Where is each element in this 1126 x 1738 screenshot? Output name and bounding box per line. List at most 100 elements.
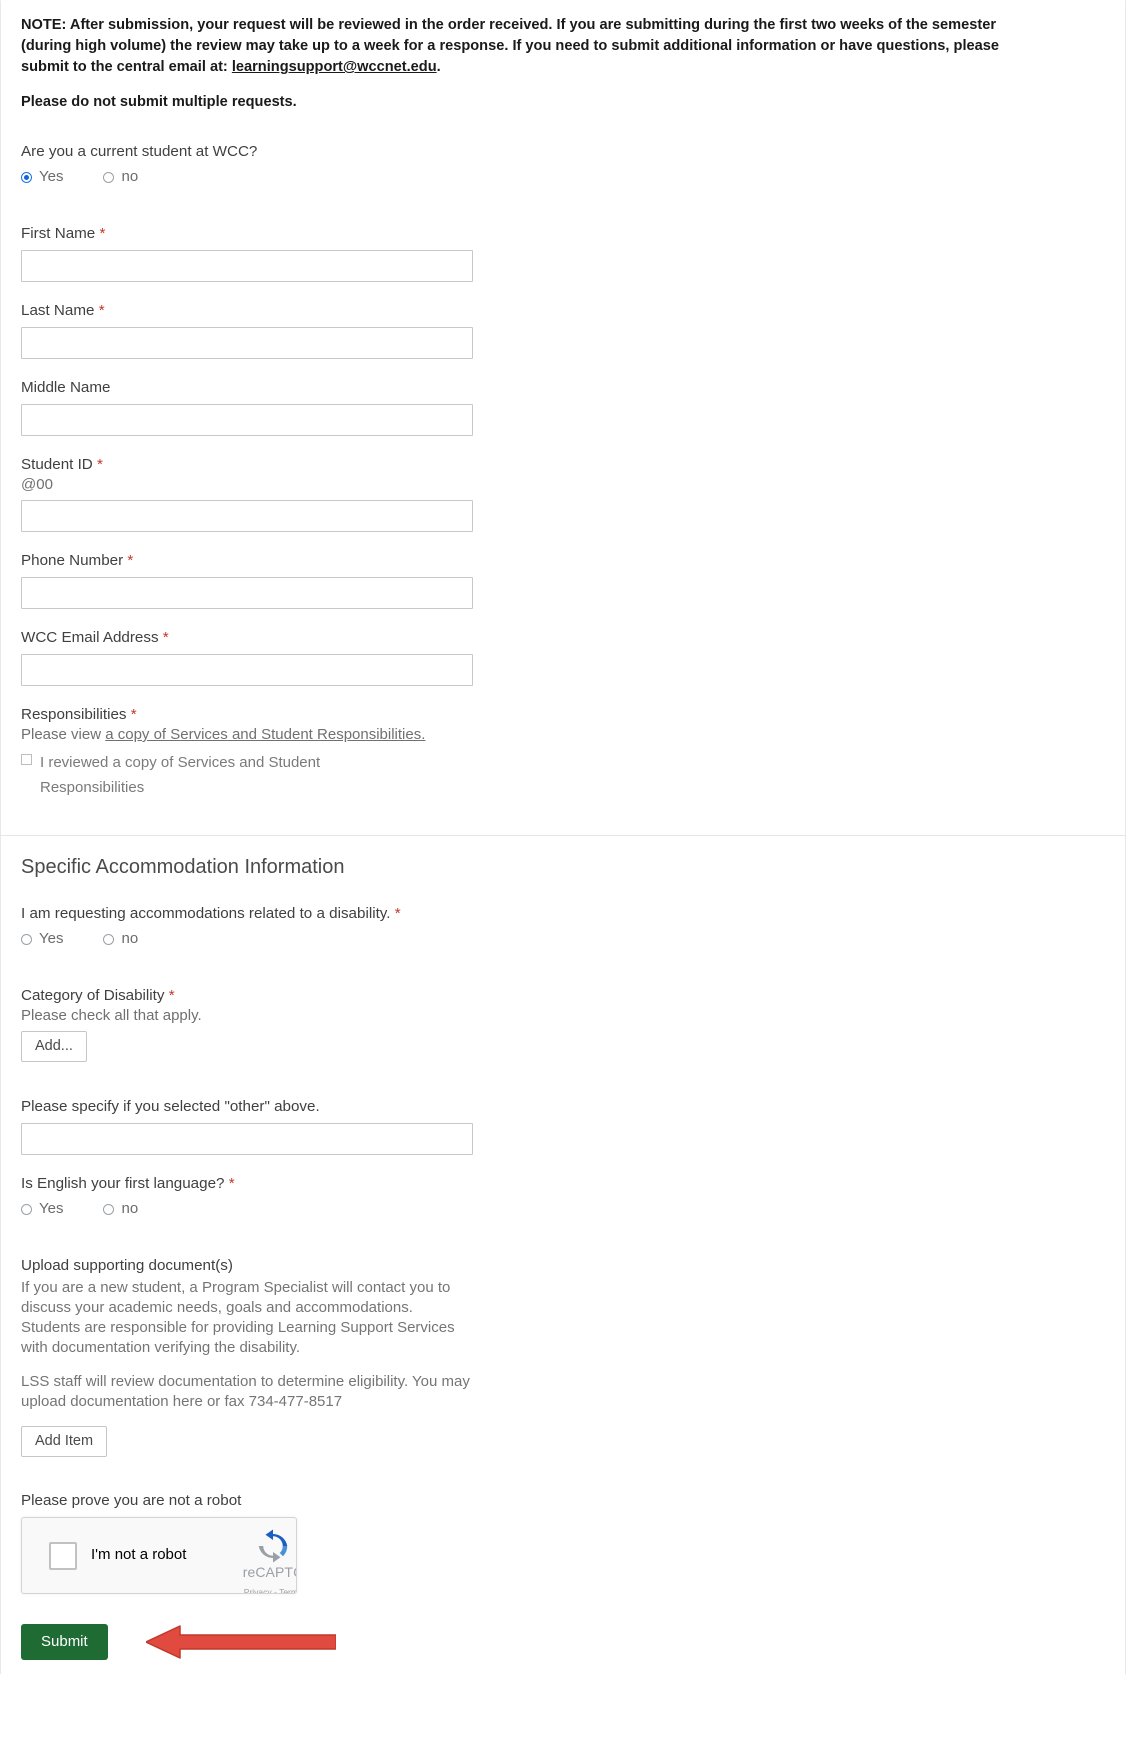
- disability-question-block: I am requesting accommodations related t…: [21, 904, 1105, 948]
- radio-icon-english-no[interactable]: [103, 1203, 115, 1215]
- radio-icon-english-yes[interactable]: [21, 1203, 32, 1215]
- disability-option-no-label: no: [121, 930, 139, 947]
- section-title-specific-accommodation: Specific Accommodation Information: [21, 856, 345, 878]
- accommodation-request-form-page: NOTE: After submission, your request wil…: [0, 0, 1126, 1674]
- student-id-block: Student ID * @00: [21, 455, 1105, 532]
- submit-button[interactable]: Submit: [21, 1624, 108, 1660]
- responsibilities-label-text: Responsibilities: [21, 706, 127, 723]
- disability-question-label-text: I am requesting accommodations related t…: [21, 905, 391, 922]
- english-option-yes-label: Yes: [39, 1200, 64, 1217]
- middle-name-input[interactable]: [21, 404, 473, 436]
- last-name-input[interactable]: [21, 327, 473, 359]
- english-option-no-label: no: [121, 1200, 139, 1217]
- upload-documents-block: Upload supporting document(s) If you are…: [21, 1256, 1105, 1457]
- radio-icon-disability-no[interactable]: [103, 933, 115, 945]
- current-student-option-yes[interactable]: Yes: [21, 168, 63, 186]
- annotation-arrow-group: [145, 1624, 336, 1660]
- recaptcha-terms-text[interactable]: Privacy - Terms: [244, 1587, 296, 1593]
- category-of-disability-block: Category of Disability * Please check al…: [21, 986, 1105, 1062]
- first-name-label-text: First Name: [21, 225, 96, 242]
- note-text-part2: .: [436, 59, 441, 75]
- phone-number-label: Phone Number *: [21, 551, 1105, 571]
- checkbox-icon-responsibilities[interactable]: [21, 754, 32, 765]
- last-name-required-asterisk: *: [98, 302, 105, 319]
- add-category-button[interactable]: Add...: [21, 1031, 87, 1062]
- recaptcha-checkbox-label: I'm not a robot: [91, 1546, 187, 1563]
- responsibilities-block: Responsibilities * Please view a copy of…: [21, 705, 1105, 800]
- red-arrow-icon: [145, 1625, 336, 1659]
- responsibilities-checkbox-row[interactable]: I reviewed a copy of Services and Studen…: [21, 750, 1105, 800]
- responsibilities-label: Responsibilities *: [21, 705, 1105, 725]
- disability-option-yes-label: Yes: [39, 930, 64, 947]
- other-specify-block: Please specify if you selected "other" a…: [21, 1097, 1105, 1155]
- current-student-option-no-label: no: [121, 168, 139, 185]
- first-name-required-asterisk: *: [99, 225, 106, 242]
- current-student-radio-group: Yes no: [21, 168, 1105, 186]
- no-multiple-requests-note: Please do not submit multiple requests.: [21, 94, 297, 110]
- wcc-email-label-text: WCC Email Address: [21, 629, 159, 646]
- current-student-option-yes-label: Yes: [39, 168, 64, 185]
- student-id-hint: @00: [21, 476, 53, 493]
- responsibilities-instruction: Please view a copy of Services and Stude…: [21, 725, 1105, 744]
- responsibilities-checkbox-label: I reviewed a copy of Services and Studen…: [40, 754, 321, 796]
- current-student-question-label: Are you a current student at WCC?: [21, 143, 258, 160]
- wcc-email-block: WCC Email Address *: [21, 628, 1105, 686]
- middle-name-block: Middle Name: [21, 378, 1105, 436]
- student-id-input[interactable]: [21, 500, 473, 532]
- radio-icon-no[interactable]: [103, 171, 115, 183]
- responsibilities-required-asterisk: *: [130, 706, 137, 723]
- english-option-no[interactable]: no: [103, 1200, 138, 1218]
- disability-option-yes[interactable]: Yes: [21, 930, 63, 948]
- disability-question-required-asterisk: *: [394, 905, 401, 922]
- other-specify-input[interactable]: [21, 1123, 473, 1155]
- english-radio-group: Yes no: [21, 1200, 1105, 1218]
- middle-name-label: Middle Name: [21, 379, 111, 396]
- first-name-input[interactable]: [21, 250, 473, 282]
- recaptcha-brand-text: reCAPTC: [242, 1564, 296, 1580]
- wcc-email-required-asterisk: *: [162, 629, 169, 646]
- student-id-label: Student ID *: [21, 455, 1105, 475]
- upload-documents-label: Upload supporting document(s): [21, 1257, 233, 1274]
- phone-number-block: Phone Number *: [21, 551, 1105, 609]
- student-id-required-asterisk: *: [97, 456, 103, 473]
- category-of-disability-label-text: Category of Disability: [21, 987, 165, 1004]
- student-id-label-text: Student ID: [21, 456, 93, 473]
- recaptcha-widget[interactable]: I'm not a robot reCAPTC Privacy - Terms: [21, 1517, 297, 1594]
- services-responsibilities-link[interactable]: a copy of Services and Student Responsib…: [105, 726, 425, 743]
- english-question-required-asterisk: *: [228, 1175, 235, 1192]
- upload-documents-paragraph-1: If you are a new student, a Program Spec…: [21, 1279, 455, 1356]
- first-name-label: First Name *: [21, 224, 1105, 244]
- category-of-disability-label: Category of Disability *: [21, 986, 1105, 1006]
- disability-option-no[interactable]: no: [103, 930, 138, 948]
- add-item-button[interactable]: Add Item: [21, 1426, 108, 1457]
- english-question-label: Is English your first language? *: [21, 1174, 1105, 1194]
- category-of-disability-sublabel: Please check all that apply.: [21, 1007, 202, 1024]
- last-name-label-text: Last Name: [21, 302, 95, 319]
- last-name-block: Last Name *: [21, 301, 1105, 359]
- wcc-email-input[interactable]: [21, 654, 473, 686]
- last-name-label: Last Name *: [21, 301, 1105, 321]
- category-of-disability-required-asterisk: *: [168, 987, 175, 1004]
- wcc-email-label: WCC Email Address *: [21, 628, 1105, 648]
- radio-icon-disability-yes[interactable]: [21, 933, 32, 945]
- recaptcha-logo-group: reCAPTC Privacy - Terms: [234, 1528, 296, 1593]
- english-question-label-text: Is English your first language?: [21, 1175, 225, 1192]
- recaptcha-block: Please prove you are not a robot I'm not…: [21, 1492, 1105, 1594]
- note-paragraph: NOTE: After submission, your request wil…: [21, 15, 1011, 78]
- phone-number-required-asterisk: *: [127, 552, 134, 569]
- student-information-panel: NOTE: After submission, your request wil…: [0, 0, 1126, 835]
- recaptcha-checkbox[interactable]: [49, 1542, 77, 1570]
- english-option-yes[interactable]: Yes: [21, 1200, 63, 1218]
- recaptcha-prompt-label: Please prove you are not a robot: [21, 1492, 242, 1509]
- disability-question-label: I am requesting accommodations related t…: [21, 904, 1105, 924]
- current-student-option-no[interactable]: no: [103, 168, 138, 186]
- radio-icon-yes[interactable]: [21, 171, 32, 183]
- learning-support-email-link[interactable]: learningsupport@wccnet.edu: [232, 59, 437, 75]
- upload-documents-paragraph-2: LSS staff will review documentation to d…: [21, 1373, 470, 1410]
- responsibilities-instruction-prefix: Please view: [21, 726, 106, 743]
- phone-number-input[interactable]: [21, 577, 473, 609]
- disability-radio-group: Yes no: [21, 930, 1105, 948]
- specific-accommodation-panel: Specific Accommodation Information I am …: [0, 836, 1126, 1674]
- other-specify-label: Please specify if you selected "other" a…: [21, 1098, 320, 1115]
- submit-row: Submit: [21, 1624, 1105, 1660]
